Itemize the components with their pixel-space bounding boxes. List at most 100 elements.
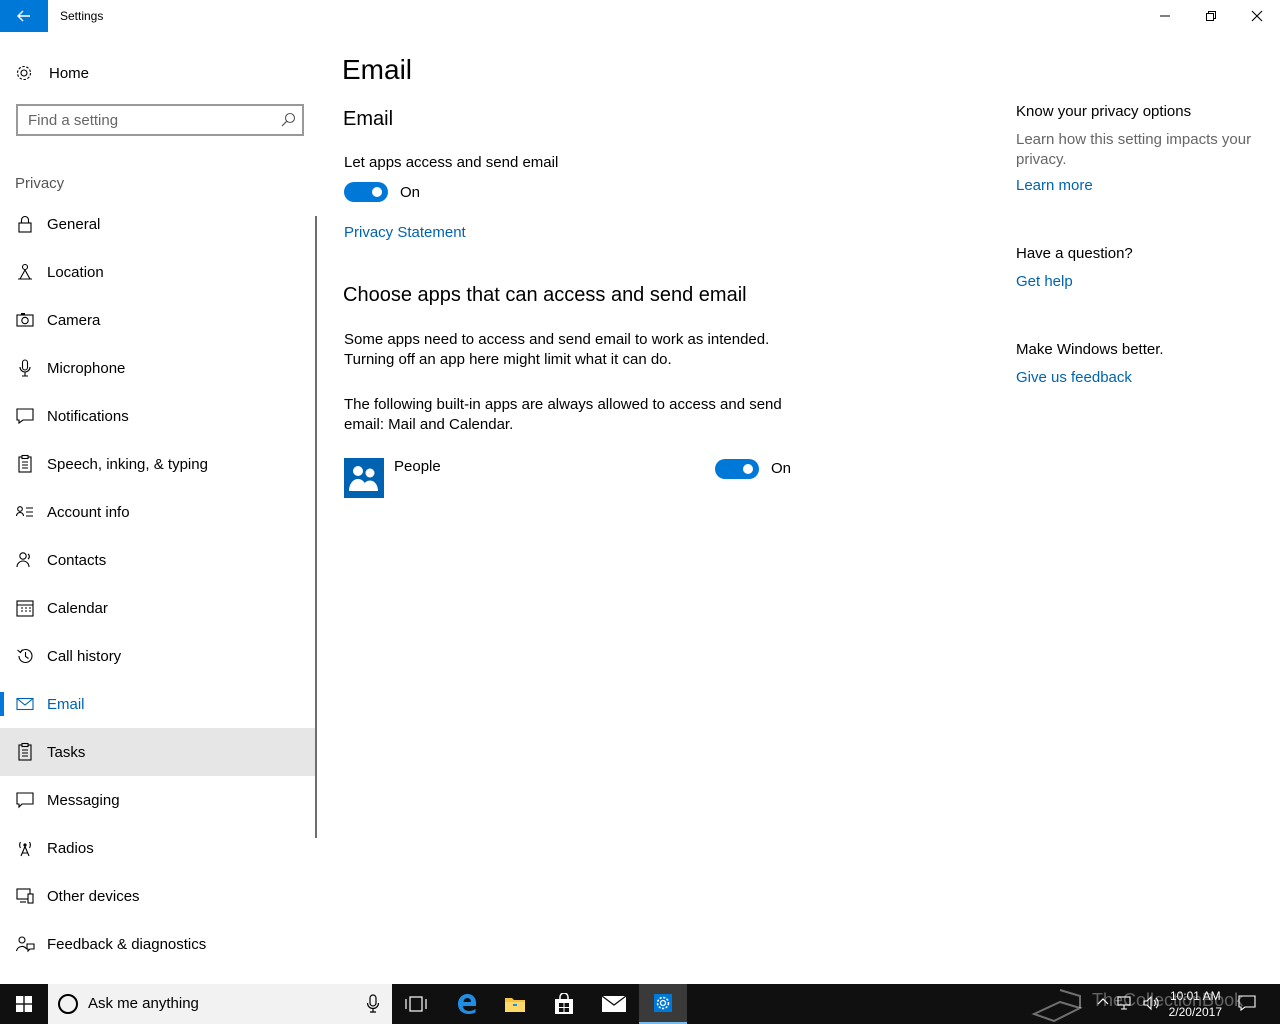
cortana-icon	[58, 994, 78, 1014]
settings-gear-icon	[654, 994, 672, 1012]
store-button[interactable]	[540, 984, 588, 1024]
sidebar-item-speech[interactable]: Speech, inking, & typing	[0, 440, 316, 488]
minimize-icon	[1160, 15, 1170, 17]
mail-icon	[16, 697, 34, 711]
folder-icon	[505, 998, 525, 1012]
tasks-icon	[18, 742, 32, 761]
sidebar-item-calendar[interactable]: Calendar	[0, 584, 316, 632]
gear-icon	[16, 65, 32, 81]
people-app-name: People	[394, 458, 441, 475]
back-arrow-icon	[17, 10, 30, 22]
title-bar: Settings	[0, 0, 1280, 32]
sidebar-item-label: Location	[47, 263, 104, 281]
privacy-options-heading: Know your privacy options	[1016, 103, 1192, 120]
file-explorer-button[interactable]	[491, 984, 539, 1024]
privacy-options-text: Learn how this setting impacts your priv…	[1016, 130, 1261, 170]
devices-icon	[16, 888, 34, 904]
toggle-knob	[743, 464, 753, 474]
email-access-label: Let apps access and send email	[344, 154, 559, 171]
minimize-button[interactable]	[1142, 0, 1188, 32]
section-label-privacy: Privacy	[15, 175, 65, 192]
sidebar-item-feedback[interactable]: Feedback & diagnostics	[0, 920, 316, 968]
learn-more-link[interactable]: Learn more	[1016, 177, 1093, 194]
sidebar-item-label: Email	[47, 695, 85, 713]
action-center-icon[interactable]	[1238, 994, 1256, 1012]
envelope-icon	[601, 995, 627, 1012]
feedback-icon	[15, 936, 35, 953]
sidebar-item-general[interactable]: General	[0, 200, 316, 248]
sidebar-item-label: Speech, inking, & typing	[47, 455, 208, 473]
give-feedback-link[interactable]: Give us feedback	[1016, 369, 1132, 386]
sidebar-item-camera[interactable]: Camera	[0, 296, 316, 344]
sidebar-item-other-devices[interactable]: Other devices	[0, 872, 316, 920]
sidebar-item-label: Other devices	[47, 887, 140, 905]
back-button[interactable]	[0, 0, 48, 32]
edge-button[interactable]	[443, 984, 491, 1024]
sidebar-item-label: Messaging	[47, 791, 120, 809]
microphone-icon[interactable]	[366, 994, 380, 1014]
sidebar-item-label: Call history	[47, 647, 122, 665]
sidebar-item-label: Account info	[47, 503, 130, 521]
sidebar-item-account-info[interactable]: Account info	[0, 488, 316, 536]
edge-browser-icon	[458, 994, 476, 1014]
people-icon	[349, 466, 378, 491]
sidebar-item-radios[interactable]: Radios	[0, 824, 316, 872]
task-view-icon	[405, 996, 427, 1012]
sidebar-item-tasks[interactable]: Tasks	[0, 728, 316, 776]
get-help-link[interactable]: Get help	[1016, 273, 1073, 290]
question-heading: Have a question?	[1016, 245, 1133, 262]
clipboard-icon	[18, 454, 32, 473]
sidebar-item-messaging[interactable]: Messaging	[0, 776, 316, 824]
search-input[interactable]	[18, 106, 288, 134]
message-icon	[16, 792, 34, 809]
system-clock[interactable]: 10:01 AM 2/20/2017	[1169, 988, 1222, 1020]
close-button[interactable]	[1234, 0, 1280, 32]
sidebar-item-label: Notifications	[47, 407, 129, 425]
sidebar-item-location[interactable]: Location	[0, 248, 316, 296]
mail-app-button[interactable]	[590, 984, 638, 1024]
sidebar-item-label: Contacts	[47, 551, 107, 569]
calendar-icon	[16, 600, 34, 617]
sidebar-item-call-history[interactable]: Call history	[0, 632, 316, 680]
sidebar-item-contacts[interactable]: Contacts	[0, 536, 316, 584]
volume-icon[interactable]	[1142, 994, 1160, 1012]
sidebar-item-label: Camera	[47, 311, 101, 329]
cortana-search-box[interactable]: Ask me anything	[48, 984, 392, 1024]
privacy-text-line: Learn how this setting impacts your	[1016, 131, 1252, 148]
restore-icon	[1206, 11, 1216, 21]
cortana-search-text: Ask me anything	[88, 995, 199, 1012]
sidebar-scrollbar[interactable]	[315, 216, 317, 838]
show-hidden-icons-icon[interactable]	[1097, 996, 1109, 1008]
page-title: Email	[342, 54, 413, 85]
email-access-toggle-state: On	[400, 184, 421, 201]
settings-app-button[interactable]	[639, 984, 687, 1024]
sidebar-item-notifications[interactable]: Notifications	[0, 392, 316, 440]
window-title: Settings	[60, 9, 104, 23]
task-view-button[interactable]	[392, 984, 440, 1024]
restore-button[interactable]	[1188, 0, 1234, 32]
privacy-nav: General Location Camera Microphone Notif…	[0, 200, 316, 968]
start-button[interactable]	[0, 984, 48, 1024]
sidebar-item-email[interactable]: Email	[0, 680, 316, 728]
sidebar: Home Privacy General Location Camera Mic…	[0, 32, 320, 984]
store-bag-icon	[555, 993, 573, 1014]
description-line: Turning off an app here might limit what…	[344, 351, 672, 368]
sidebar-item-label: Microphone	[47, 359, 126, 377]
taskbar: Ask me anything TheCollectionBook 10:01 …	[0, 984, 1280, 1024]
privacy-statement-link[interactable]: Privacy Statement	[344, 224, 466, 241]
sidebar-item-microphone[interactable]: Microphone	[0, 344, 316, 392]
note-line: The following built-in apps are always a…	[344, 396, 782, 413]
search-icon[interactable]	[280, 112, 296, 128]
radio-tower-icon	[19, 841, 31, 857]
history-icon	[17, 648, 33, 664]
network-icon[interactable]	[1117, 994, 1135, 1012]
note-line: email: Mail and Calendar.	[344, 416, 514, 433]
people-app-tile	[344, 458, 384, 498]
email-access-toggle[interactable]	[344, 182, 388, 202]
book-watermark-icon	[1031, 989, 1083, 1023]
location-icon	[18, 263, 32, 280]
people-app-toggle[interactable]	[715, 459, 759, 479]
search-box[interactable]	[16, 104, 304, 136]
camera-icon	[16, 313, 34, 327]
home-link[interactable]: Home	[15, 62, 89, 84]
